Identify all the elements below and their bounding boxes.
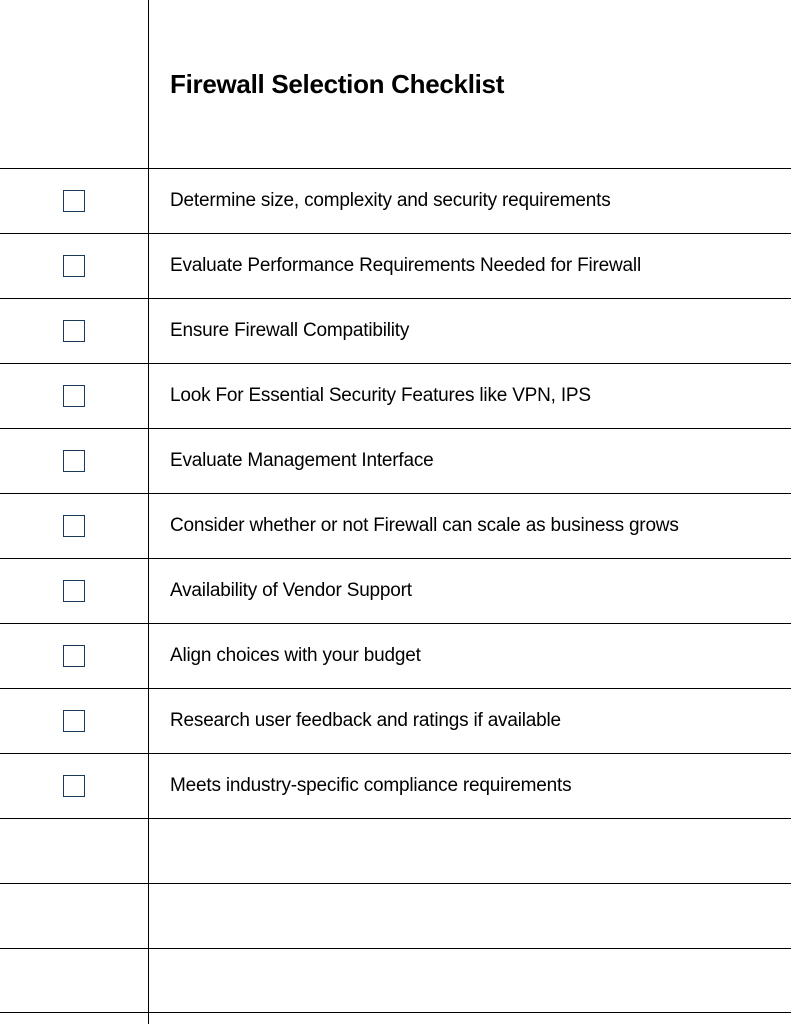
checkbox-cell — [0, 819, 148, 883]
checklist-row: Ensure Firewall Compatibility — [0, 298, 791, 363]
checkbox-cell — [0, 364, 148, 428]
checkbox-cell — [0, 169, 148, 233]
checkbox[interactable] — [63, 775, 85, 797]
checkbox-cell — [0, 559, 148, 623]
checkbox[interactable] — [63, 190, 85, 212]
checklist-row: Look For Essential Security Features lik… — [0, 363, 791, 428]
checklist-item-label: Align choices with your budget — [148, 645, 421, 667]
checkbox-cell — [0, 494, 148, 558]
checkbox-cell — [0, 689, 148, 753]
empty-row — [0, 883, 791, 948]
checkbox[interactable] — [63, 710, 85, 732]
checklist-row: Align choices with your budget — [0, 623, 791, 688]
checkbox-cell — [0, 624, 148, 688]
checkbox[interactable] — [63, 645, 85, 667]
checkbox[interactable] — [63, 320, 85, 342]
checklist-item-label: Consider whether or not Firewall can sca… — [148, 515, 679, 537]
header: Firewall Selection Checklist — [0, 0, 791, 168]
checklist-row: Meets industry-specific compliance requi… — [0, 753, 791, 818]
checklist-row: Consider whether or not Firewall can sca… — [0, 493, 791, 558]
checklist-row: Evaluate Performance Requirements Needed… — [0, 233, 791, 298]
checkbox[interactable] — [63, 450, 85, 472]
checklist-container: Firewall Selection Checklist Determine s… — [0, 0, 791, 1024]
checklist-item-label: Availability of Vendor Support — [148, 580, 412, 602]
empty-row — [0, 948, 791, 1013]
checkbox[interactable] — [63, 385, 85, 407]
page-title: Firewall Selection Checklist — [170, 69, 504, 100]
checkbox[interactable] — [63, 255, 85, 277]
checkbox[interactable] — [63, 580, 85, 602]
checkbox-cell — [0, 949, 148, 1012]
checklist-item-label: Look For Essential Security Features lik… — [148, 385, 591, 407]
checklist-item-label: Ensure Firewall Compatibility — [148, 320, 409, 342]
checklist-row: Evaluate Management Interface — [0, 428, 791, 493]
checkbox-cell — [0, 429, 148, 493]
checklist-item-label: Evaluate Management Interface — [148, 450, 434, 472]
checkbox-cell — [0, 234, 148, 298]
checkbox[interactable] — [63, 515, 85, 537]
checklist-row: Determine size, complexity and security … — [0, 168, 791, 233]
checkbox-cell — [0, 884, 148, 948]
checklist-rows: Determine size, complexity and security … — [0, 168, 791, 1013]
checklist-item-label: Determine size, complexity and security … — [148, 190, 611, 212]
checkbox-cell — [0, 754, 148, 818]
checklist-item-label: Meets industry-specific compliance requi… — [148, 775, 571, 797]
checklist-row: Availability of Vendor Support — [0, 558, 791, 623]
checkbox-cell — [0, 299, 148, 363]
empty-row — [0, 818, 791, 883]
checklist-item-label: Evaluate Performance Requirements Needed… — [148, 255, 641, 277]
checklist-item-label: Research user feedback and ratings if av… — [148, 710, 561, 732]
checklist-row: Research user feedback and ratings if av… — [0, 688, 791, 753]
